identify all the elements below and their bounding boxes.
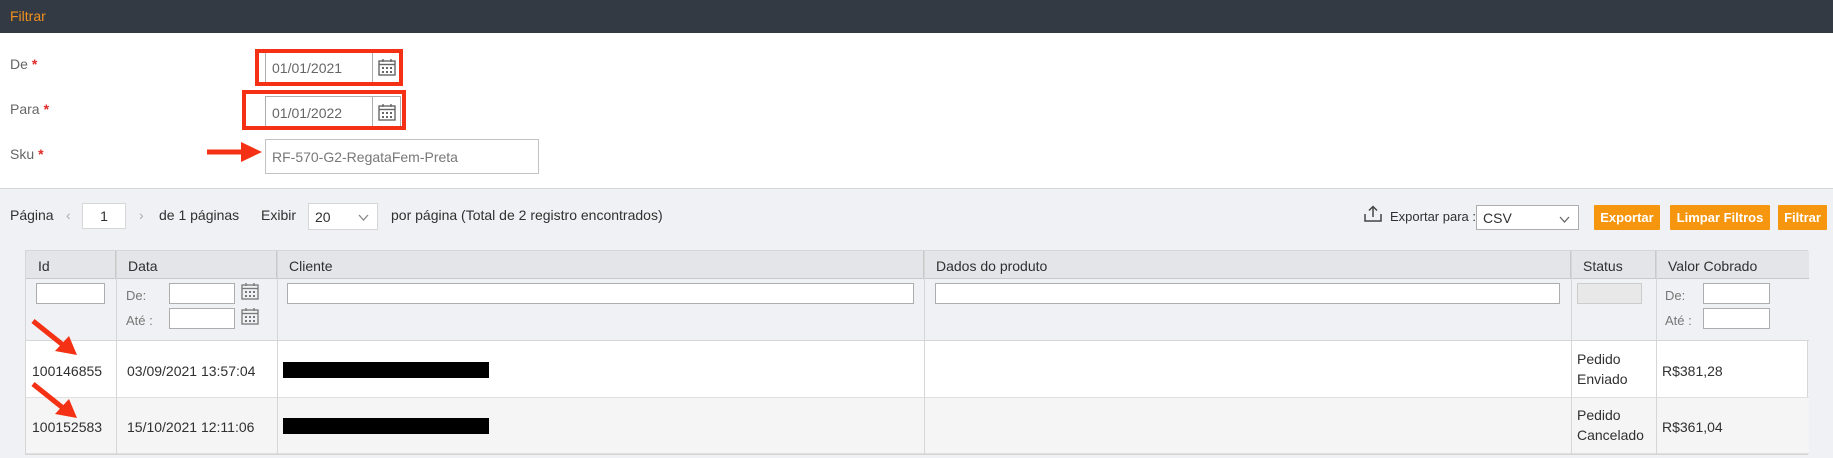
column-header-client[interactable]: Cliente (277, 251, 924, 279)
order-value: R$381,28 (1662, 363, 1723, 379)
date-from-filter-label: De: (126, 288, 147, 303)
column-divider (277, 251, 278, 454)
order-status-line1: Pedido (1577, 351, 1621, 367)
column-header-status[interactable]: Status (1571, 251, 1656, 279)
redacted-client (283, 418, 489, 434)
calendar-icon[interactable] (241, 283, 259, 303)
export-button[interactable]: Exportar (1594, 205, 1660, 230)
prev-page-icon[interactable]: ‹ (66, 207, 71, 223)
calendar-icon[interactable] (241, 308, 259, 328)
per-page-text: por página (Total de 2 registro encontra… (391, 207, 663, 223)
highlight-box (255, 49, 403, 86)
date-to-filter-input[interactable] (169, 308, 235, 329)
order-id: 100152583 (32, 419, 103, 435)
from-label: De * (10, 56, 38, 72)
upload-icon (1363, 205, 1383, 226)
order-status-line2: Enviado (1577, 371, 1628, 387)
column-header-date[interactable]: Data (116, 251, 277, 279)
to-label: Para * (10, 101, 50, 117)
show-label: Exibir (261, 207, 297, 223)
order-date: 15/10/2021 12:11:06 (127, 419, 255, 435)
column-divider (1656, 251, 1657, 454)
column-divider (924, 251, 925, 454)
filter-header-title: Filtrar (10, 8, 46, 24)
page-number-input[interactable]: 1 (82, 203, 126, 229)
grid-filter-row: De: Até : De: Até : (26, 279, 1809, 341)
value-from-filter-input[interactable] (1703, 283, 1770, 304)
value-to-filter-label: Até : (1665, 313, 1692, 328)
column-header-id[interactable]: Id (26, 251, 116, 279)
arrow-annotation (31, 382, 77, 418)
chevron-down-icon (1559, 212, 1570, 228)
arrow-annotation (31, 319, 77, 355)
per-page-select[interactable]: 20 (308, 203, 378, 230)
arrow-annotation (207, 142, 262, 162)
value-to-filter-input[interactable] (1703, 308, 1770, 329)
filter-button[interactable]: Filtrar (1778, 205, 1827, 230)
order-date: 03/09/2021 13:57:04 (127, 363, 256, 379)
status-filter-select[interactable] (1577, 283, 1642, 304)
pagination-toolbar: Página ‹ 1 › de 1 páginas Exibir 20 por … (0, 200, 1833, 234)
date-from-filter-input[interactable] (169, 283, 235, 304)
export-label: Exportar para : (1390, 209, 1476, 224)
chevron-down-icon (358, 210, 369, 226)
sku-field[interactable]: RF-570-G2-RegataFem-Preta (265, 139, 539, 174)
redacted-client (283, 362, 489, 378)
column-divider (116, 251, 117, 454)
table-row[interactable]: 100146855 03/09/2021 13:57:04 Pedido Env… (26, 342, 1809, 398)
column-header-product[interactable]: Dados do produto (924, 251, 1571, 279)
order-status-line2: Cancelado (1577, 427, 1644, 443)
sku-label: Sku * (10, 146, 44, 162)
page-label: Página (10, 207, 54, 223)
value-from-filter-label: De: (1665, 288, 1686, 303)
order-status-line1: Pedido (1577, 407, 1621, 423)
export-format-select[interactable]: CSV (1476, 205, 1579, 230)
filter-header-bar: Filtrar (0, 0, 1833, 33)
column-divider (1571, 251, 1572, 454)
highlight-box (242, 90, 406, 130)
page-count-text: de 1 páginas (159, 207, 240, 223)
date-to-filter-label: Até : (126, 313, 153, 328)
next-page-icon[interactable]: › (139, 207, 144, 223)
product-filter-input[interactable] (935, 283, 1560, 304)
table-row[interactable]: 100152583 15/10/2021 12:11:06 Pedido Can… (26, 398, 1809, 454)
order-value: R$361,04 (1662, 419, 1723, 435)
column-header-value[interactable]: Valor Cobrado (1656, 251, 1809, 279)
clear-filters-button[interactable]: Limpar Filtros (1670, 205, 1770, 230)
orders-grid: Id Data Cliente Dados do produto Status … (25, 250, 1809, 455)
order-id: 100146855 (32, 363, 103, 379)
id-filter-input[interactable] (36, 283, 105, 304)
client-filter-input[interactable] (287, 283, 914, 304)
